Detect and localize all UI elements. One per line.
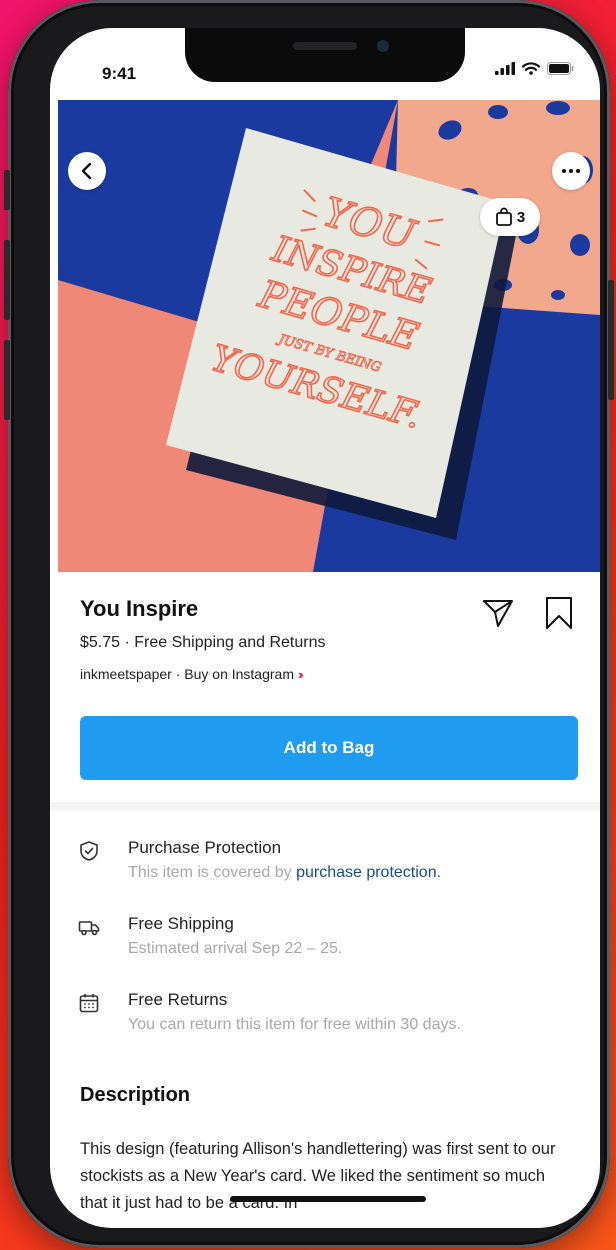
price-line: $5.75 · Free Shipping and Returns <box>80 634 326 651</box>
feature-subtitle: This item is covered by purchase protect… <box>128 864 441 882</box>
chevron-right-icon: ›› <box>298 666 303 682</box>
feature-subtitle-text: This item is covered by <box>128 864 297 881</box>
feature-title: Purchase Protection <box>128 838 282 857</box>
front-camera <box>377 40 389 52</box>
feature-title: Free Returns <box>128 990 228 1009</box>
volume-down-button <box>4 340 10 420</box>
product-photo: YOU INSPIRE PEOPLE JUST BY BEING YOURSEL… <box>58 100 600 572</box>
calendar-icon <box>79 994 99 1013</box>
feature-subtitle: Estimated arrival Sep 22 – 25. <box>128 940 343 957</box>
share-icon[interactable] <box>482 598 514 628</box>
status-icons <box>495 62 574 75</box>
shopping-bag-icon <box>495 207 512 226</box>
volume-up-button <box>4 240 10 320</box>
notch <box>185 28 465 82</box>
shield-check-icon <box>80 841 98 861</box>
signal-icon <box>495 62 515 75</box>
section-divider <box>50 802 600 810</box>
back-button[interactable] <box>68 152 106 190</box>
app-screen: 9:41 YOU INSPIRE PEOPLE JUST BY BEING YO… <box>50 28 600 1228</box>
chevron-left-icon <box>81 162 92 180</box>
wifi-icon <box>522 62 540 75</box>
bag-count: 3 <box>516 208 526 226</box>
description-heading: Description <box>80 1084 191 1106</box>
status-time: 9:41 <box>102 64 137 83</box>
truck-icon <box>78 921 100 936</box>
power-button <box>608 280 614 400</box>
bookmark-icon[interactable] <box>544 596 574 630</box>
seller-text: inkmeetspaper · Buy on Instagram <box>80 666 294 682</box>
speaker <box>293 42 357 50</box>
product-title: You Inspire <box>80 596 199 621</box>
feature-title: Free Shipping <box>128 914 234 933</box>
purchase-protection-link[interactable]: purchase protection. <box>296 864 441 881</box>
mute-switch <box>4 170 10 210</box>
phone-frame: 9:41 YOU INSPIRE PEOPLE JUST BY BEING YO… <box>4 0 614 1248</box>
product-image[interactable]: YOU INSPIRE PEOPLE JUST BY BEING YOURSEL… <box>58 100 600 572</box>
battery-icon <box>547 62 574 75</box>
feature-subtitle: You can return this item for free within… <box>128 1016 461 1033</box>
shopping-bag-button[interactable]: 3 <box>480 198 540 236</box>
description-body: This design (featuring Allison's handlet… <box>80 1140 556 1212</box>
seller-line[interactable]: inkmeetspaper · Buy on Instagram ›› <box>80 666 303 682</box>
more-options-button[interactable] <box>552 152 590 190</box>
more-icon <box>562 169 580 173</box>
add-to-bag-button[interactable]: Add to Bag <box>80 716 578 780</box>
home-indicator[interactable] <box>230 1196 426 1202</box>
